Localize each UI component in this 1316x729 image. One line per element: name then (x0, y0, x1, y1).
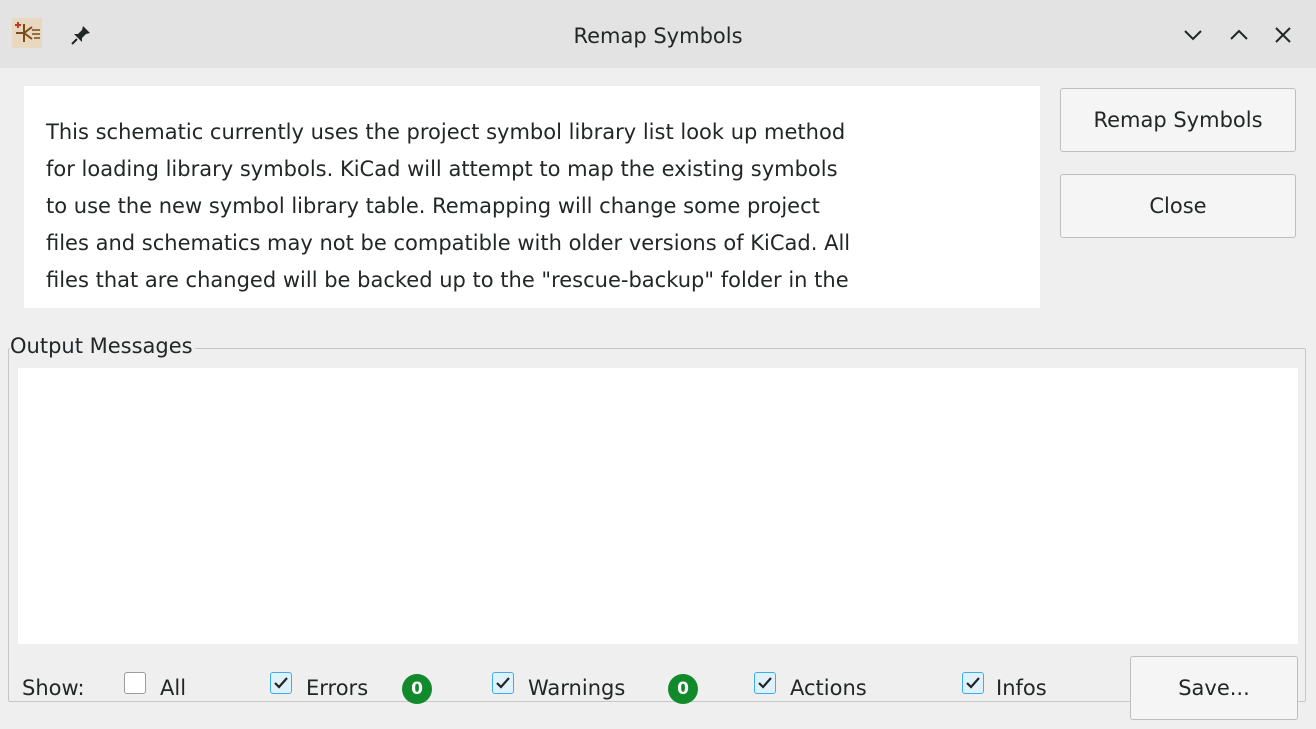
remap-symbols-dialog: Remap Symbols This schematic currently u… (0, 0, 1316, 729)
output-messages-label: Output Messages (10, 334, 195, 358)
minimize-icon[interactable] (1180, 22, 1206, 48)
filter-actions-label[interactable]: Actions (790, 676, 867, 700)
description-panel[interactable]: This schematic currently uses the projec… (24, 86, 1040, 308)
filter-infos-label[interactable]: Infos (996, 676, 1047, 700)
show-label: Show: (22, 676, 85, 700)
close-button[interactable]: Close (1060, 174, 1296, 238)
description-line: files that are changed will be backed up… (46, 268, 849, 292)
checkmark-icon (966, 677, 980, 689)
description-line: files and schematics may not be compatib… (46, 231, 851, 255)
filter-warnings-checkbox[interactable] (492, 672, 514, 694)
description-line: This schematic currently uses the projec… (46, 120, 846, 144)
checkmark-icon (496, 677, 510, 689)
filter-all-checkbox[interactable] (124, 672, 146, 694)
description-text: This schematic currently uses the projec… (46, 114, 1006, 299)
description-line: to use the new symbol library table. Rem… (46, 194, 820, 218)
output-messages-area[interactable] (18, 368, 1298, 644)
description-line: for loading library symbols. KiCad will … (46, 157, 838, 181)
errors-count-badge: 0 (402, 674, 432, 704)
filter-actions-checkbox[interactable] (754, 672, 776, 694)
filter-all-label[interactable]: All (160, 676, 186, 700)
title-bar: Remap Symbols (0, 0, 1316, 68)
warnings-count-badge: 0 (668, 674, 698, 704)
maximize-icon[interactable] (1226, 22, 1252, 48)
filter-infos-checkbox[interactable] (962, 672, 984, 694)
filter-errors-label[interactable]: Errors (306, 676, 368, 700)
save-button[interactable]: Save... (1130, 656, 1298, 720)
checkmark-icon (758, 677, 772, 689)
window-title: Remap Symbols (573, 24, 743, 48)
close-icon[interactable] (1270, 22, 1296, 48)
filter-warnings-label[interactable]: Warnings (528, 676, 625, 700)
filter-errors-checkbox[interactable] (270, 672, 292, 694)
checkmark-icon (274, 677, 288, 689)
remap-symbols-button[interactable]: Remap Symbols (1060, 88, 1296, 152)
